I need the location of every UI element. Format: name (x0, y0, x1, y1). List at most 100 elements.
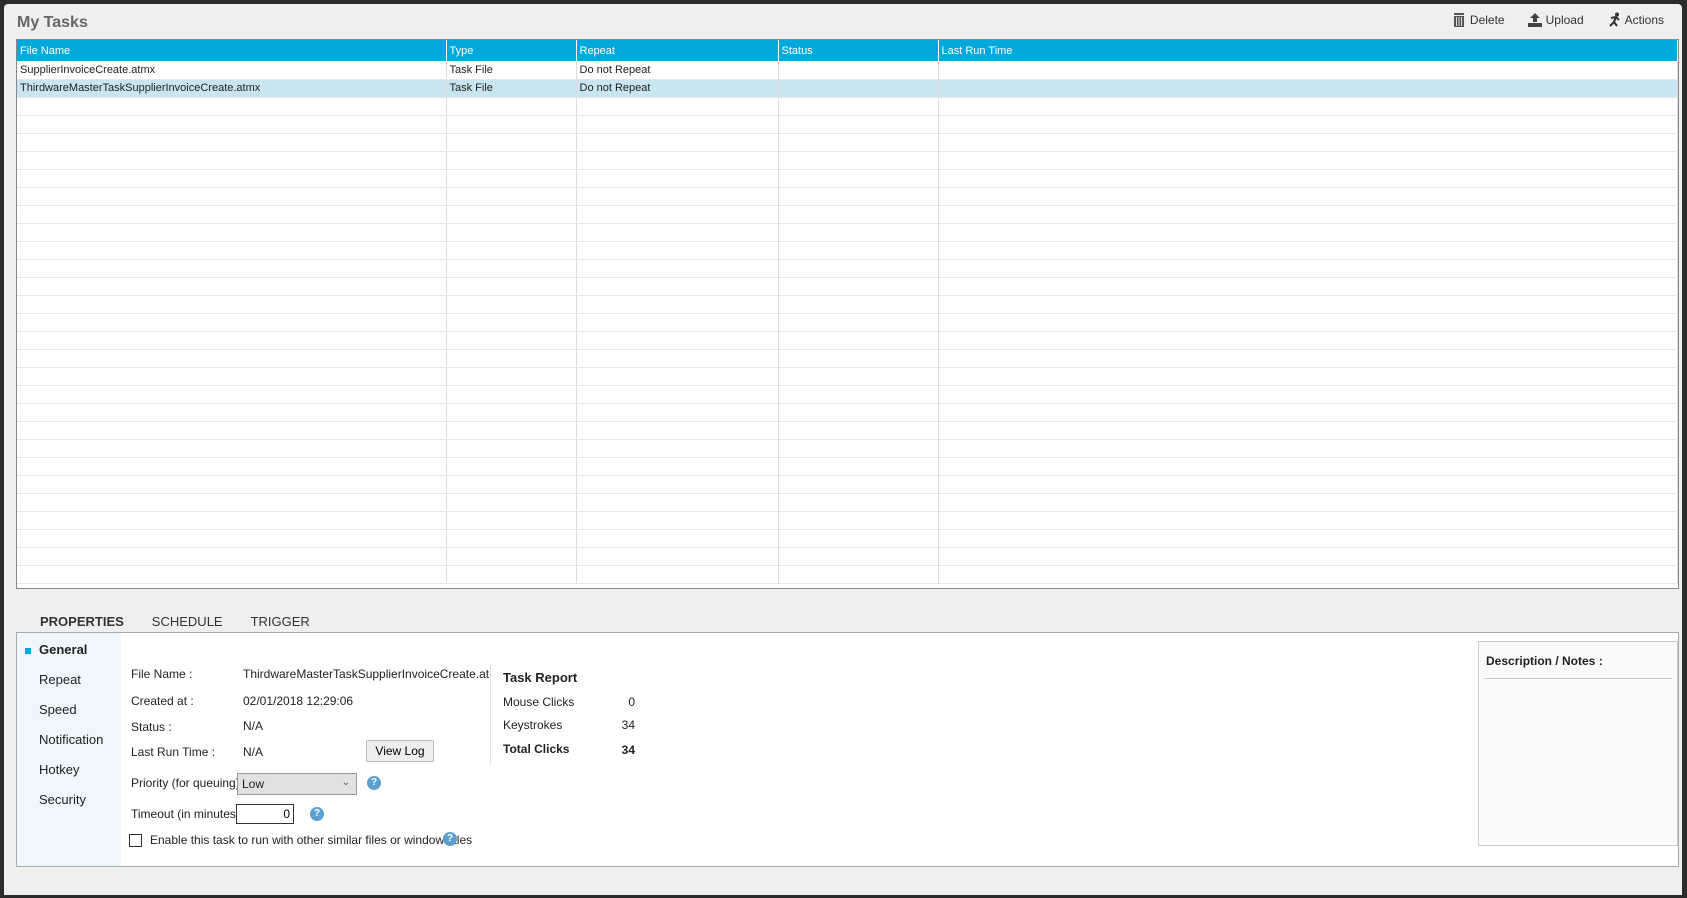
table-cell (938, 259, 1678, 278)
table-cell (576, 313, 779, 332)
column-header[interactable]: File Name (17, 40, 447, 61)
nav-hotkey[interactable]: Hotkey (39, 762, 79, 777)
table-row[interactable]: ThirdwareMasterTaskSupplierInvoiceCreate… (17, 79, 1678, 98)
description-notes[interactable]: Description / Notes : (1478, 641, 1678, 846)
table-cell (778, 475, 939, 494)
nav-security[interactable]: Security (39, 792, 86, 807)
table-cell (17, 565, 447, 584)
delete-button[interactable]: Delete (1451, 12, 1505, 28)
timeout-help-icon[interactable]: ? (310, 807, 324, 821)
empty-row (17, 313, 1678, 332)
table-cell (576, 295, 779, 314)
table-cell (778, 97, 939, 116)
enable-help-icon[interactable]: ? (443, 832, 457, 846)
last-run-label: Last Run Time : (131, 745, 216, 759)
table-cell (446, 439, 577, 458)
table-cell (446, 241, 577, 260)
table-cell (446, 403, 577, 422)
table-row[interactable]: SupplierInvoiceCreate.atmx Task File Do no… (17, 61, 1678, 80)
table-cell (778, 277, 939, 296)
table-cell (576, 133, 779, 152)
empty-row (17, 529, 1678, 548)
column-header[interactable]: Type (446, 40, 577, 61)
empty-row (17, 511, 1678, 530)
empty-row (17, 277, 1678, 296)
table-cell (17, 457, 447, 476)
table-cell (938, 367, 1678, 386)
table-cell (17, 511, 447, 530)
nav-speed[interactable]: Speed (39, 702, 77, 717)
table-cell (938, 313, 1678, 332)
table-cell (17, 151, 447, 170)
table-cell (576, 277, 779, 296)
table-cell (938, 421, 1678, 440)
priority-help-icon[interactable]: ? (367, 776, 381, 790)
table-cell (576, 97, 779, 116)
table-cell (778, 439, 939, 458)
empty-row (17, 565, 1678, 584)
table-cell (778, 565, 939, 584)
nav-general[interactable]: General (39, 642, 87, 657)
delete-label: Delete (1469, 13, 1505, 27)
table-cell (576, 385, 779, 404)
table-cell: Task File (446, 79, 577, 98)
empty-row (17, 331, 1678, 350)
timeout-label: Timeout (in minutes) : (131, 807, 247, 821)
table-cell (938, 493, 1678, 512)
table-cell (778, 493, 939, 512)
actions-button[interactable]: Actions (1606, 12, 1664, 28)
table-cell (446, 313, 577, 332)
enable-similar-checkbox[interactable] (129, 834, 142, 847)
table-cell (446, 205, 577, 224)
empty-row (17, 457, 1678, 476)
timeout-input[interactable] (236, 804, 294, 824)
table-cell (576, 403, 779, 422)
column-header[interactable]: Status (778, 40, 939, 61)
table-cell (17, 205, 447, 224)
enable-similar-label: Enable this task to run with other simil… (150, 833, 473, 847)
table-cell (446, 223, 577, 242)
table-cell (576, 187, 779, 206)
table-cell (576, 151, 779, 170)
table-cell (446, 367, 577, 386)
table-cell (17, 133, 447, 152)
table-cell (576, 457, 779, 476)
table-cell (446, 151, 577, 170)
empty-row (17, 151, 1678, 170)
actions-label: Actions (1624, 13, 1664, 27)
table-cell (576, 529, 779, 548)
nav-notification[interactable]: Notification (39, 732, 103, 747)
table-cell (446, 277, 577, 296)
empty-row (17, 169, 1678, 188)
page-title: My Tasks (17, 14, 88, 31)
table-cell (938, 169, 1678, 188)
empty-row (17, 133, 1678, 152)
empty-row (17, 439, 1678, 458)
table-cell (17, 493, 447, 512)
table-cell (778, 295, 939, 314)
table-cell (576, 205, 779, 224)
table-cell (446, 259, 577, 278)
table-cell (17, 187, 447, 206)
total-clicks-label: Total Clicks (503, 742, 570, 756)
table-cell (938, 457, 1678, 476)
table-cell (576, 349, 779, 368)
upload-button[interactable]: Upload (1527, 12, 1584, 28)
table-cell (938, 79, 1678, 98)
table-cell (446, 331, 577, 350)
table-cell (778, 205, 939, 224)
table-cell (576, 439, 779, 458)
priority-select[interactable]: Low ⌄ (237, 773, 357, 795)
column-header[interactable]: Last Run Time (938, 40, 1678, 61)
table-cell (938, 205, 1678, 224)
nav-repeat[interactable]: Repeat (39, 672, 81, 687)
empty-row (17, 259, 1678, 278)
properties-pane: General Repeat Speed Notification Hotkey… (16, 632, 1679, 867)
total-clicks-value: 34 (621, 743, 635, 757)
view-log-button[interactable]: View Log (366, 740, 434, 762)
table-cell (778, 241, 939, 260)
column-header[interactable]: Repeat (576, 40, 779, 61)
priority-label: Priority (for queuing) : (131, 776, 247, 790)
table-cell (17, 349, 447, 368)
table-cell (938, 331, 1678, 350)
